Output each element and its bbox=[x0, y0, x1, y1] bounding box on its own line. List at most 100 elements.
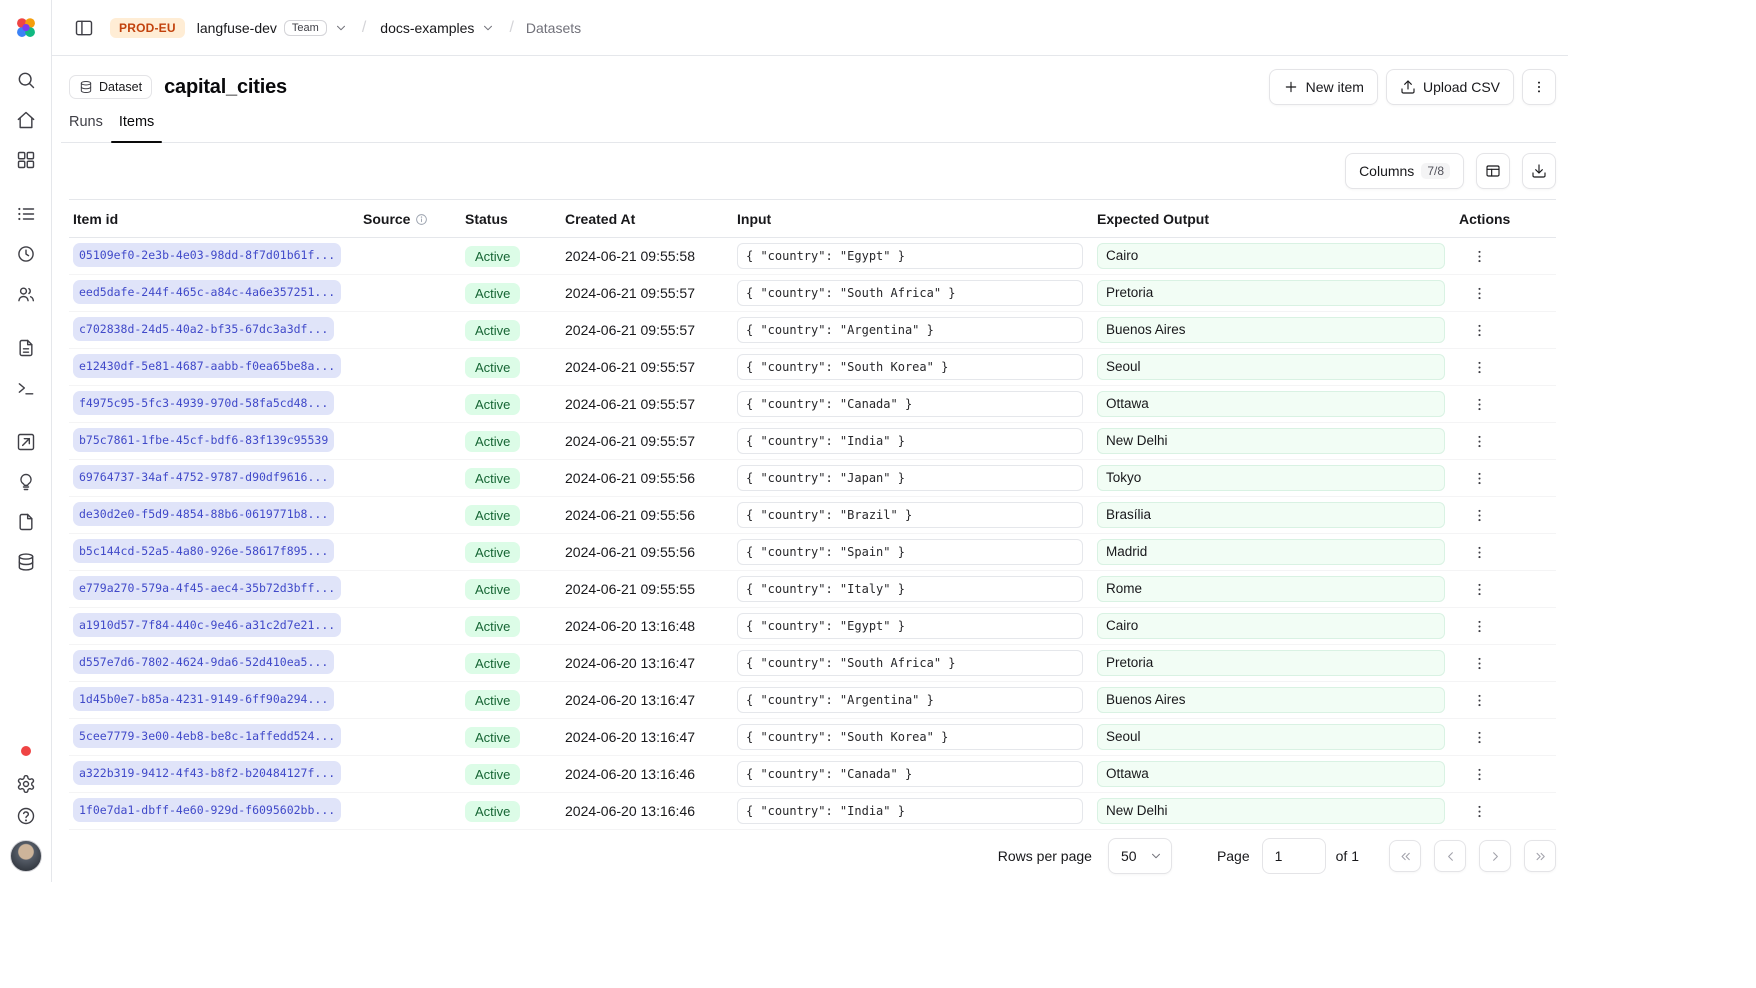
item-id-link[interactable]: de30d2e0-f5d9-4854-88b6-0619771b8... bbox=[73, 502, 334, 526]
expected-output-value[interactable]: Brasília bbox=[1097, 502, 1445, 528]
row-actions-button[interactable] bbox=[1465, 760, 1493, 788]
row-actions-button[interactable] bbox=[1465, 316, 1493, 344]
expected-output-value[interactable]: Tokyo bbox=[1097, 465, 1445, 491]
item-id-link[interactable]: e779a270-579a-4f45-aec4-35b72d3bff... bbox=[73, 576, 341, 600]
langfuse-logo[interactable] bbox=[12, 14, 40, 42]
sidebar-toggle-button[interactable] bbox=[68, 12, 100, 44]
input-value[interactable]: { "country": "Canada" } bbox=[737, 761, 1083, 787]
expected-output-value[interactable]: Buenos Aires bbox=[1097, 687, 1445, 713]
sidebar-item-tracing[interactable] bbox=[10, 198, 42, 230]
project-switcher[interactable]: docs-examples bbox=[378, 16, 497, 40]
col-header-created-at[interactable]: Created At bbox=[561, 200, 733, 238]
table-row[interactable]: e12430df-5e81-4687-aabb-f0ea65be8a... Ac… bbox=[69, 349, 1556, 386]
row-actions-button[interactable] bbox=[1465, 464, 1493, 492]
row-actions-button[interactable] bbox=[1465, 612, 1493, 640]
table-row[interactable]: 1d45b0e7-b85a-4231-9149-6ff90a294... Act… bbox=[69, 682, 1556, 719]
last-page-button[interactable] bbox=[1524, 840, 1556, 872]
sidebar-item-users[interactable] bbox=[10, 278, 42, 310]
sidebar-item-ask-ai[interactable] bbox=[10, 466, 42, 498]
expected-output-value[interactable]: Pretoria bbox=[1097, 650, 1445, 676]
row-actions-button[interactable] bbox=[1465, 575, 1493, 603]
input-value[interactable]: { "country": "Argentina" } bbox=[737, 317, 1083, 343]
row-actions-button[interactable] bbox=[1465, 279, 1493, 307]
table-row[interactable]: a1910d57-7f84-440c-9e46-a31c2d7e21... Ac… bbox=[69, 608, 1556, 645]
table-row[interactable]: b75c7861-1fbe-45cf-bdf6-83f139c95539 Act… bbox=[69, 423, 1556, 460]
sidebar-item-playground[interactable] bbox=[10, 372, 42, 404]
col-header-status[interactable]: Status bbox=[461, 200, 561, 238]
item-id-link[interactable]: d557e7d6-7802-4624-9da6-52d410ea5... bbox=[73, 650, 334, 674]
sidebar-item-home[interactable] bbox=[10, 104, 42, 136]
next-page-button[interactable] bbox=[1479, 840, 1511, 872]
row-actions-button[interactable] bbox=[1465, 242, 1493, 270]
table-row[interactable]: 69764737-34af-4752-9787-d90df9616... Act… bbox=[69, 460, 1556, 497]
col-header-item-id[interactable]: Item id bbox=[69, 200, 359, 238]
row-actions-button[interactable] bbox=[1465, 649, 1493, 677]
item-id-link[interactable]: c702838d-24d5-40a2-bf35-67dc3a3df... bbox=[73, 317, 334, 341]
row-actions-button[interactable] bbox=[1465, 686, 1493, 714]
expected-output-value[interactable]: Cairo bbox=[1097, 613, 1445, 639]
expected-output-value[interactable]: Pretoria bbox=[1097, 280, 1445, 306]
input-value[interactable]: { "country": "South Korea" } bbox=[737, 354, 1083, 380]
item-id-link[interactable]: 69764737-34af-4752-9787-d90df9616... bbox=[73, 465, 334, 489]
sidebar-item-datasets[interactable] bbox=[10, 546, 42, 578]
row-actions-button[interactable] bbox=[1465, 390, 1493, 418]
org-switcher[interactable]: langfuse-dev Team bbox=[195, 16, 350, 40]
item-id-link[interactable]: b75c7861-1fbe-45cf-bdf6-83f139c95539 bbox=[73, 428, 334, 452]
table-row[interactable]: a322b319-9412-4f43-b8f2-b20484127f... Ac… bbox=[69, 756, 1556, 793]
sidebar-item-evaluation[interactable] bbox=[10, 426, 42, 458]
expected-output-value[interactable]: Ottawa bbox=[1097, 761, 1445, 787]
input-value[interactable]: { "country": "India" } bbox=[737, 798, 1083, 824]
tab-runs[interactable]: Runs bbox=[61, 112, 111, 142]
input-value[interactable]: { "country": "South Korea" } bbox=[737, 724, 1083, 750]
item-id-link[interactable]: f4975c95-5fc3-4939-970d-58fa5cd48... bbox=[73, 391, 334, 415]
user-avatar[interactable] bbox=[10, 840, 42, 872]
input-value[interactable]: { "country": "Japan" } bbox=[737, 465, 1083, 491]
input-value[interactable]: { "country": "Brazil" } bbox=[737, 502, 1083, 528]
table-row[interactable]: 05109ef0-2e3b-4e03-98dd-8f7d01b61f... Ac… bbox=[69, 238, 1556, 275]
export-button[interactable] bbox=[1522, 153, 1556, 189]
input-value[interactable]: { "country": "India" } bbox=[737, 428, 1083, 454]
upload-csv-button[interactable]: Upload CSV bbox=[1386, 69, 1514, 105]
item-id-link[interactable]: a322b319-9412-4f43-b8f2-b20484127f... bbox=[73, 761, 341, 785]
expected-output-value[interactable]: Seoul bbox=[1097, 724, 1445, 750]
row-actions-button[interactable] bbox=[1465, 538, 1493, 566]
input-value[interactable]: { "country": "South Africa" } bbox=[737, 280, 1083, 306]
row-actions-button[interactable] bbox=[1465, 427, 1493, 455]
table-row[interactable]: f4975c95-5fc3-4939-970d-58fa5cd48... Act… bbox=[69, 386, 1556, 423]
sidebar-item-search[interactable] bbox=[10, 64, 42, 96]
expected-output-value[interactable]: Buenos Aires bbox=[1097, 317, 1445, 343]
table-row[interactable]: d557e7d6-7802-4624-9da6-52d410ea5... Act… bbox=[69, 645, 1556, 682]
expected-output-value[interactable]: Rome bbox=[1097, 576, 1445, 602]
table-row[interactable]: 1f0e7da1-dbff-4e60-929d-f6095602bb... Ac… bbox=[69, 793, 1556, 830]
expected-output-value[interactable]: Ottawa bbox=[1097, 391, 1445, 417]
table-row[interactable]: c702838d-24d5-40a2-bf35-67dc3a3df... Act… bbox=[69, 312, 1556, 349]
sidebar-item-dashboards[interactable] bbox=[10, 144, 42, 176]
new-item-button[interactable]: New item bbox=[1269, 69, 1378, 105]
table-row[interactable]: eed5dafe-244f-465c-a84c-4a6e357251... Ac… bbox=[69, 275, 1556, 312]
item-id-link[interactable]: b5c144cd-52a5-4a80-926e-58617f895... bbox=[73, 539, 334, 563]
sidebar-item-prompts[interactable] bbox=[10, 332, 42, 364]
item-id-link[interactable]: a1910d57-7f84-440c-9e46-a31c2d7e21... bbox=[73, 613, 341, 637]
expected-output-value[interactable]: Madrid bbox=[1097, 539, 1445, 565]
rows-per-page-select[interactable]: 50 bbox=[1108, 838, 1172, 874]
expected-output-value[interactable]: New Delhi bbox=[1097, 798, 1445, 824]
table-row[interactable]: 5cee7779-3e00-4eb8-be8c-1affedd524... Ac… bbox=[69, 719, 1556, 756]
sidebar-item-sessions[interactable] bbox=[10, 238, 42, 270]
input-value[interactable]: { "country": "South Africa" } bbox=[737, 650, 1083, 676]
input-value[interactable]: { "country": "Canada" } bbox=[737, 391, 1083, 417]
sidebar-item-support[interactable] bbox=[10, 800, 42, 832]
more-actions-button[interactable] bbox=[1522, 69, 1556, 105]
item-id-link[interactable]: 5cee7779-3e00-4eb8-be8c-1affedd524... bbox=[73, 724, 341, 748]
col-header-expected-output[interactable]: Expected Output bbox=[1093, 200, 1455, 238]
item-id-link[interactable]: 1d45b0e7-b85a-4231-9149-6ff90a294... bbox=[73, 687, 334, 711]
input-value[interactable]: { "country": "Italy" } bbox=[737, 576, 1083, 602]
table-row[interactable]: de30d2e0-f5d9-4854-88b6-0619771b8... Act… bbox=[69, 497, 1556, 534]
table-row[interactable]: e779a270-579a-4f45-aec4-35b72d3bff... Ac… bbox=[69, 571, 1556, 608]
row-height-button[interactable] bbox=[1476, 153, 1510, 189]
col-header-input[interactable]: Input bbox=[733, 200, 1093, 238]
input-value[interactable]: { "country": "Spain" } bbox=[737, 539, 1083, 565]
row-actions-button[interactable] bbox=[1465, 501, 1493, 529]
expected-output-value[interactable]: Cairo bbox=[1097, 243, 1445, 269]
expected-output-value[interactable]: New Delhi bbox=[1097, 428, 1445, 454]
tab-items[interactable]: Items bbox=[111, 112, 162, 142]
